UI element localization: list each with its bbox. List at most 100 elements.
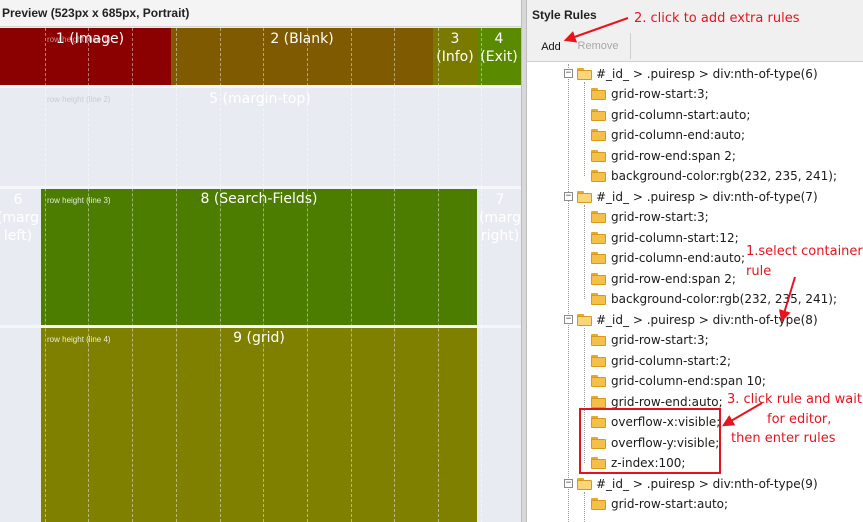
cell-label-image: 1 (Image) <box>55 31 125 47</box>
folder-icon <box>591 334 606 346</box>
tree-guide-line <box>584 492 585 522</box>
column-line <box>263 28 264 522</box>
column-line <box>45 28 46 522</box>
tree-node-selector-6[interactable]: − #_id_ > .puiresp > div:nth-of-type(6) <box>563 64 863 84</box>
tree-node-property[interactable]: background-color:rgb(232, 235, 241); <box>591 166 863 186</box>
folder-icon <box>591 396 606 408</box>
selector-text: #_id_ > .puiresp > div:nth-of-type(7) <box>596 190 818 204</box>
tree-node-selector-7[interactable]: − #_id_ > .puiresp > div:nth-of-type(7) <box>563 187 863 207</box>
annotation-add-hint: 2. click to add extra rules <box>634 11 800 26</box>
folder-icon <box>591 129 606 141</box>
annotation-select-hint-2: rule <box>746 264 772 279</box>
folder-icon <box>591 232 606 244</box>
highlight-box <box>579 408 721 474</box>
preview-title: Preview (523px x 685px, Portrait) <box>2 6 190 20</box>
tree-node-property[interactable]: grid-column-start:auto; <box>591 105 863 125</box>
column-line <box>88 28 89 522</box>
folder-icon <box>591 170 606 182</box>
tree-node-property[interactable]: grid-row-start:3; <box>591 207 863 227</box>
collapse-icon[interactable]: − <box>564 479 573 488</box>
property-text: background-color:rgb(232, 235, 241); <box>611 292 838 306</box>
tree-node-property[interactable]: grid-row-end:span 2; <box>591 269 863 289</box>
annotation-select-hint-1: 1.select container <box>746 244 863 259</box>
tree-node-property[interactable]: grid-row-start:3; <box>591 330 863 350</box>
column-line <box>481 28 482 522</box>
property-text: grid-row-end:span 2; <box>611 272 736 286</box>
selector-text: #_id_ > .puiresp > div:nth-of-type(6) <box>596 67 818 81</box>
column-line <box>438 28 439 522</box>
column-line <box>307 28 308 522</box>
cell-image[interactable]: row height (line 1) 1 (Image) <box>0 28 171 85</box>
property-text: grid-row-start:3; <box>611 333 709 347</box>
preview-header: Preview (523px x 685px, Portrait) <box>0 0 521 27</box>
tree-node-property[interactable]: grid-row-start:3; <box>591 84 863 104</box>
column-line <box>132 28 133 522</box>
preview-panel: Preview (523px x 685px, Portrait) row he… <box>0 0 521 522</box>
rules-header: Style Rules Add Remove <box>527 0 863 62</box>
folder-icon <box>591 293 606 305</box>
cell-margin-left[interactable]: 6 (marg left) <box>0 189 41 522</box>
property-text: grid-column-start:auto; <box>611 108 751 122</box>
folder-icon <box>591 211 606 223</box>
cell-info[interactable]: 3 (Info) <box>433 28 477 85</box>
property-text: grid-row-end:span 2; <box>611 149 736 163</box>
folder-open-icon <box>577 68 592 80</box>
annotation-edit-hint-1: 3. click rule and wait <box>727 392 862 407</box>
property-text: grid-row-start:auto; <box>611 497 729 511</box>
tree-node-property[interactable]: grid-row-start:auto; <box>591 494 863 514</box>
column-line <box>220 28 221 522</box>
property-text: background-color:rgb(232, 235, 241); <box>611 169 838 183</box>
folder-open-icon <box>577 314 592 326</box>
collapse-icon[interactable]: − <box>564 192 573 201</box>
tree-node-property[interactable]: grid-column-end:span 10; <box>591 371 863 391</box>
cell-margin-right[interactable]: 7 (marg right) <box>477 189 521 522</box>
tree-guide-line <box>568 64 569 522</box>
add-rule-button[interactable]: Add <box>533 33 569 59</box>
folder-icon <box>591 355 606 367</box>
column-line <box>394 28 395 522</box>
tree-node-property[interactable]: grid-column-start:2; <box>591 351 863 371</box>
annotation-edit-hint-2: for editor, <box>767 412 832 427</box>
row-hint-line4: row height (line 4) <box>47 335 111 344</box>
folder-icon <box>591 150 606 162</box>
cell-grid[interactable]: row height (line 4) 9 (grid) <box>41 328 477 522</box>
column-line <box>176 28 177 522</box>
cell-label-grid: 9 (grid) <box>233 330 285 346</box>
collapse-icon[interactable]: − <box>564 69 573 78</box>
property-text: grid-row-start:3; <box>611 210 709 224</box>
cell-margin-top[interactable]: row height (line 2) 5 (margin-top) <box>0 88 521 186</box>
property-text: grid-column-start:12; <box>611 231 739 245</box>
folder-icon <box>591 109 606 121</box>
tree-node-property[interactable]: grid-row-end:span 2; <box>591 146 863 166</box>
selector-text: #_id_ > .puiresp > div:nth-of-type(9) <box>596 477 818 491</box>
property-text: grid-column-start:2; <box>611 354 732 368</box>
folder-open-icon <box>577 478 592 490</box>
tree-node-property[interactable]: grid-column-end:auto; <box>591 125 863 145</box>
collapse-icon[interactable]: − <box>564 315 573 324</box>
folder-icon <box>591 498 606 510</box>
rules-title: Style Rules <box>532 8 597 22</box>
cell-label-exit: 4 (Exit) <box>480 31 518 65</box>
tree-guide-line <box>584 205 585 299</box>
folder-icon <box>591 252 606 264</box>
tree-guide-line <box>584 82 585 176</box>
cell-label-info: 3 (Info) <box>436 31 474 65</box>
toolbar-separator <box>630 33 631 59</box>
folder-icon <box>591 273 606 285</box>
folder-icon <box>591 88 606 100</box>
tree-node-selector-9[interactable]: − #_id_ > .puiresp > div:nth-of-type(9) <box>563 474 863 494</box>
remove-rule-button[interactable]: Remove <box>574 33 622 59</box>
property-text: grid-column-end:span 10; <box>611 374 766 388</box>
tree-node-selector-8[interactable]: − #_id_ > .puiresp > div:nth-of-type(8) <box>563 310 863 330</box>
property-text: grid-column-end:auto; <box>611 251 746 265</box>
cell-search-fields[interactable]: row height (line 3) 8 (Search-Fields) <box>41 189 477 325</box>
annotation-edit-hint-3: then enter rules <box>731 431 836 446</box>
row-hint-line3: row height (line 3) <box>47 196 111 205</box>
property-text: grid-row-start:3; <box>611 87 709 101</box>
folder-open-icon <box>577 191 592 203</box>
folder-icon <box>591 375 606 387</box>
row-hint-line2: row height (line 2) <box>47 95 111 104</box>
cell-exit[interactable]: 4 (Exit) <box>477 28 521 85</box>
cell-label-margin-left: 6 (marg left) <box>0 192 40 244</box>
tree-node-property[interactable]: background-color:rgb(232, 235, 241); <box>591 289 863 309</box>
